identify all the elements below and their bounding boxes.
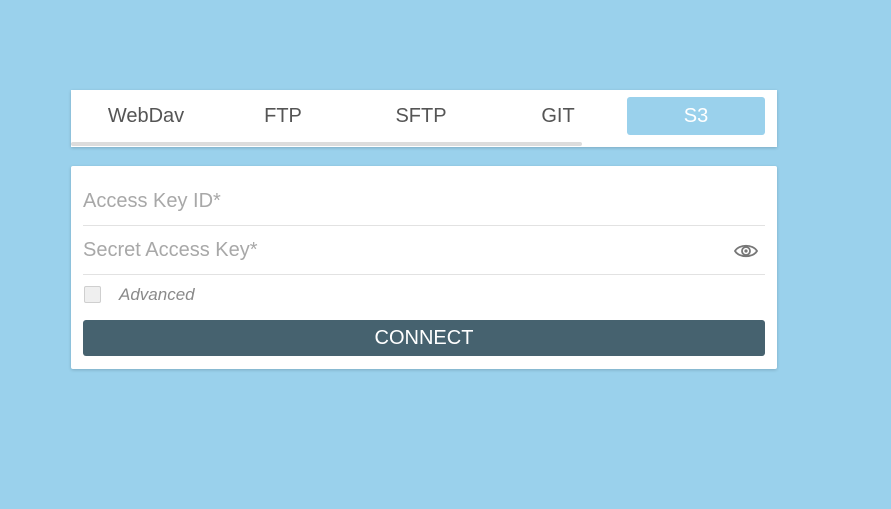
advanced-label: Advanced <box>119 285 195 304</box>
tab-sftp[interactable]: SFTP <box>352 97 490 135</box>
protocol-tab-bar: WebDav FTP SFTP GIT S3 <box>71 90 777 147</box>
tab-git[interactable]: GIT <box>489 97 627 135</box>
tab-webdav[interactable]: WebDav <box>77 97 215 135</box>
tab-ftp[interactable]: FTP <box>214 97 352 135</box>
tabs-scrollbar[interactable] <box>71 142 582 146</box>
eye-icon[interactable] <box>733 240 759 262</box>
s3-connection-form: Advanced CONNECT <box>71 166 777 369</box>
access-key-input[interactable] <box>83 178 723 224</box>
secret-key-field <box>83 227 765 275</box>
access-key-field <box>83 178 765 226</box>
connect-button[interactable]: CONNECT <box>83 320 765 356</box>
secret-key-input[interactable] <box>83 227 723 273</box>
tab-s3[interactable]: S3 <box>627 97 765 135</box>
advanced-checkbox[interactable] <box>84 286 101 303</box>
